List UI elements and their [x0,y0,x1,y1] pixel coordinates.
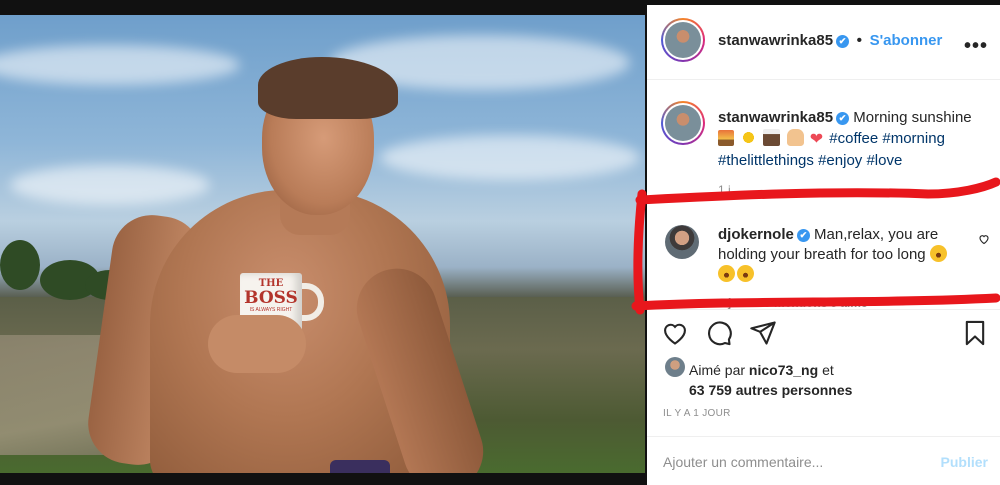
liked-by-joiner: et [822,362,834,378]
publish-button[interactable]: Publier [941,454,988,470]
screenshot-frame: THE BOSS IS ALWAYS RIGHT stanwawrinka85 ✔… [0,0,1000,485]
commenter-username[interactable]: djokernole [718,226,794,243]
verified-badge-icon: ✔ [836,112,850,125]
share-paper-plane-icon[interactable] [749,319,777,347]
divider [647,79,1000,80]
follow-button[interactable]: S'abonner [870,32,943,49]
cloud [10,165,210,205]
mug-text-the: THE [258,278,284,289]
comment-time[interactable]: 1 j [718,296,731,310]
caption: stanwawrinka85 ✔ Morning sunshine ❤ #coff… [718,107,988,171]
hashtag-thelittlethings[interactable]: #thelittlethings [718,152,814,169]
bookmark-icon[interactable] [961,319,989,347]
likes-count[interactable]: 63 759 autres personnes [689,382,852,398]
author-avatar[interactable] [661,18,705,62]
hashtag-love[interactable]: #love [866,152,902,169]
divider [647,436,1000,437]
shorts [330,460,390,473]
coffee-emoji-icon [763,129,781,146]
pray-emoji-icon [786,129,804,146]
hashtag-coffee[interactable]: #coffee [829,130,878,147]
liker-username[interactable]: nico73_ng [749,362,818,378]
post-header: stanwawrinka85 ✔ • S'abonner [718,32,942,50]
cloud [380,135,640,180]
sun-emoji-icon [740,129,758,146]
author-username[interactable]: stanwawrinka85 [718,32,833,49]
more-options-icon[interactable]: ••• [964,35,988,58]
comment-input[interactable]: Ajouter un commentaire... [663,454,823,470]
like-heart-icon[interactable] [661,319,689,347]
liked-by-prefix: Aimé par [689,362,746,378]
tree [0,240,40,290]
comment-like-heart-icon[interactable] [978,233,990,245]
mug-text-boss: BOSS [244,288,298,308]
comment-meta: 1 j 4 299 mentions J'aime [718,296,868,310]
likes-summary: Aimé par nico73_ng et 63 759 autres pers… [689,360,852,400]
post-timestamp[interactable]: IL Y A 1 JOUR [663,408,731,419]
caption-time[interactable]: 1 j [718,183,731,197]
comment-likes[interactable]: 4 299 mentions J'aime [741,296,868,310]
cloud [0,45,240,85]
comment: djokernole ✔ Man,relax, you are holding y… [718,225,978,285]
hashtag-morning[interactable]: #morning [882,130,945,147]
caption-username[interactable]: stanwawrinka85 [718,109,833,126]
divider [647,309,1000,310]
comment-bubble-icon[interactable] [705,319,733,347]
laughing-emoji-icon [929,245,947,262]
commenter-avatar[interactable] [665,225,699,259]
caption-text: Morning sunshine [853,109,972,126]
man-hand [208,315,306,373]
post-photo[interactable]: THE BOSS IS ALWAYS RIGHT [0,15,645,473]
hashtag-enjoy[interactable]: #enjoy [818,152,862,169]
verified-badge-icon: ✔ [836,35,850,48]
laughing-emoji-icon [737,265,754,282]
liker-avatar[interactable] [665,357,685,377]
verified-badge-icon: ✔ [796,229,810,242]
separator-dot: • [856,32,863,49]
sunset-emoji-icon [718,130,734,146]
post-side-panel: stanwawrinka85 ✔ • S'abonner ••• stanwawr… [647,5,1000,485]
action-bar [661,319,991,347]
laughing-emoji-icon [718,265,735,282]
caption-avatar[interactable] [661,101,705,145]
heart-emoji-icon: ❤ [809,131,824,148]
